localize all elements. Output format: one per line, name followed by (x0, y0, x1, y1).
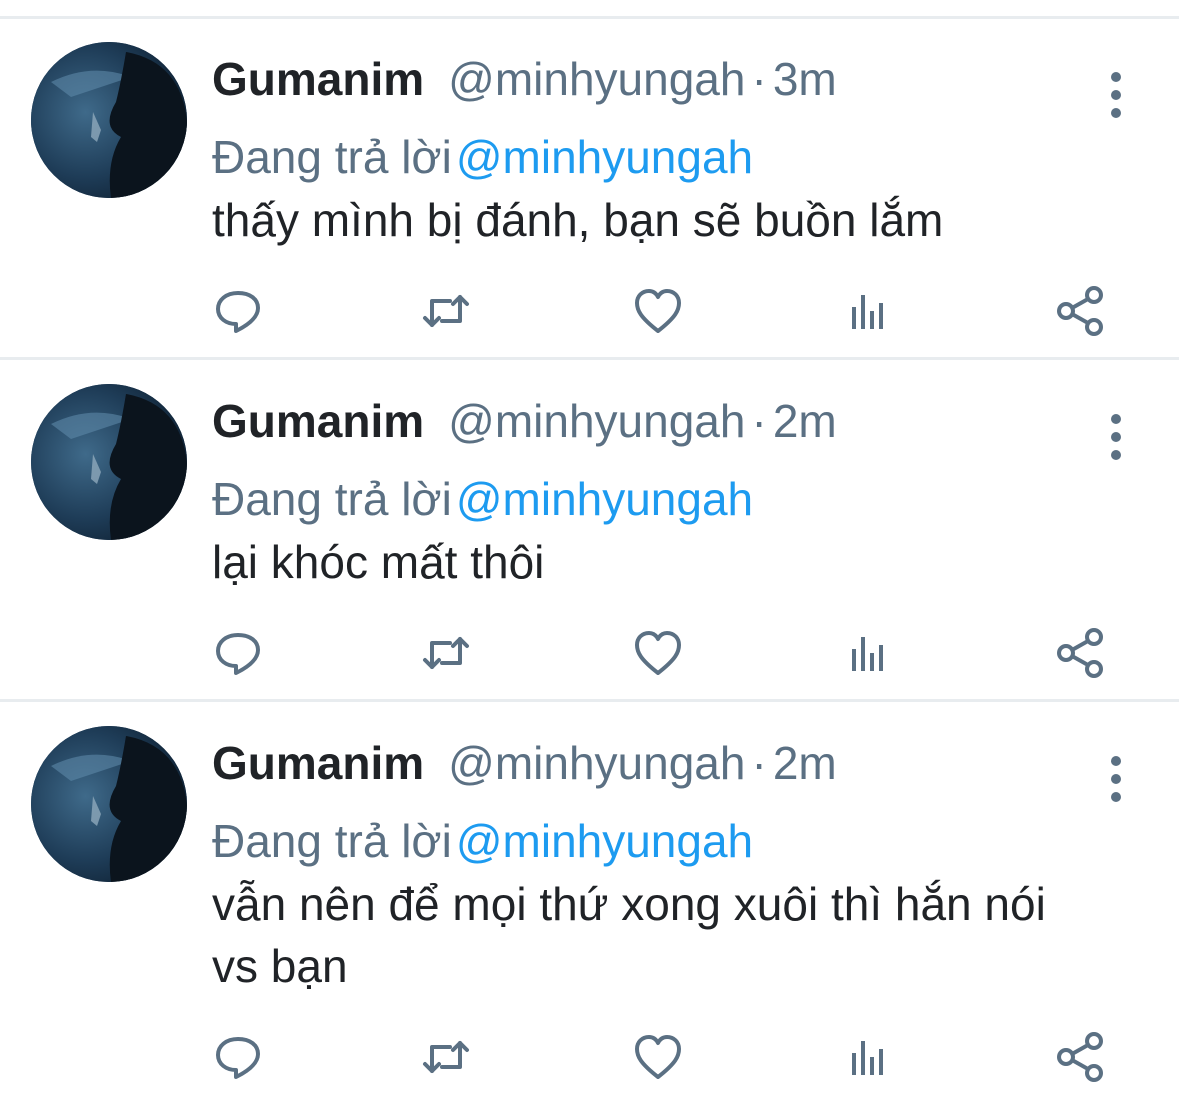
separator-dot: · (751, 395, 767, 447)
tweet-text: thấy mình bị đánh, bạn sẽ buồn lắm (212, 194, 944, 246)
reply-button[interactable] (208, 1027, 268, 1087)
vertical-ellipsis-icon (1111, 756, 1121, 802)
reply-bubble-icon (216, 1037, 260, 1079)
reply-context: Đang trả lời@minhyungah (212, 811, 753, 871)
share-button[interactable] (1050, 623, 1110, 683)
reply-mention-link[interactable]: @minhyungah (456, 815, 753, 867)
tweet-actions (0, 281, 1179, 341)
analytics-bars-icon (852, 637, 883, 671)
timestamp[interactable]: 3m (773, 53, 837, 105)
timestamp[interactable]: 2m (773, 395, 837, 447)
tweet-actions (0, 1027, 1179, 1087)
reply-mention-link[interactable]: @minhyungah (456, 131, 753, 183)
avatar[interactable] (31, 42, 187, 198)
tweet[interactable]: Gumanim @minhyungah · 3m Đang trả lời@minhy… (0, 19, 1179, 359)
more-options-button[interactable] (1098, 57, 1134, 133)
divider (0, 357, 1179, 360)
more-options-button[interactable] (1098, 741, 1134, 817)
tweet[interactable]: Gumanim @minhyungah · 2m Đang trả lời@minhy… (0, 703, 1179, 1101)
avatar[interactable] (31, 726, 187, 882)
tweet-text: vẫn nên để mọi thứ xong xuôi thì hắn nói… (212, 878, 1046, 992)
user-handle[interactable]: @minhyungah (448, 53, 745, 105)
tweet-header: Gumanim @minhyungah · 2m (212, 733, 837, 793)
reply-prefix: Đang trả lời (212, 815, 452, 867)
share-icon (1057, 286, 1103, 336)
retweet-icon (423, 637, 469, 669)
share-button[interactable] (1050, 281, 1110, 341)
separator-dot: · (751, 737, 767, 789)
user-handle[interactable]: @minhyungah (448, 395, 745, 447)
user-handle[interactable]: @minhyungah (448, 737, 745, 789)
reply-bubble-icon (216, 633, 260, 675)
analytics-button[interactable] (840, 281, 900, 341)
analytics-bars-icon (852, 1041, 883, 1075)
reply-button[interactable] (208, 281, 268, 341)
like-button[interactable] (628, 1027, 688, 1087)
retweet-button[interactable] (416, 623, 476, 683)
display-name[interactable]: Gumanim (212, 737, 424, 789)
timestamp[interactable]: 2m (773, 737, 837, 789)
vertical-ellipsis-icon (1111, 72, 1121, 118)
share-icon (1057, 1032, 1103, 1082)
reply-prefix: Đang trả lời (212, 473, 452, 525)
retweet-button[interactable] (416, 281, 476, 341)
tweet-text: lại khóc mất thôi (212, 536, 545, 588)
analytics-bars-icon (852, 295, 883, 329)
reply-context: Đang trả lời@minhyungah (212, 127, 753, 187)
reply-context: Đang trả lời@minhyungah (212, 469, 753, 529)
analytics-button[interactable] (840, 623, 900, 683)
heart-icon (635, 1035, 681, 1079)
reply-mention-link[interactable]: @minhyungah (456, 473, 753, 525)
display-name[interactable]: Gumanim (212, 395, 424, 447)
retweet-icon (423, 295, 469, 327)
avatar-image (31, 726, 187, 882)
avatar-image (31, 42, 187, 198)
like-button[interactable] (628, 281, 688, 341)
reply-bubble-icon (216, 291, 260, 333)
share-icon (1057, 628, 1103, 678)
analytics-button[interactable] (840, 1027, 900, 1087)
retweet-icon (423, 1041, 469, 1073)
tweet-header: Gumanim @minhyungah · 3m (212, 49, 837, 109)
heart-icon (635, 631, 681, 675)
like-button[interactable] (628, 623, 688, 683)
reply-prefix: Đang trả lời (212, 131, 452, 183)
tweet[interactable]: Gumanim @minhyungah · 2m Đang trả lời@minhy… (0, 361, 1179, 701)
tweet-header: Gumanim @minhyungah · 2m (212, 391, 837, 451)
vertical-ellipsis-icon (1111, 414, 1121, 460)
display-name[interactable]: Gumanim (212, 53, 424, 105)
avatar[interactable] (31, 384, 187, 540)
avatar-image (31, 384, 187, 540)
retweet-button[interactable] (416, 1027, 476, 1087)
share-button[interactable] (1050, 1027, 1110, 1087)
more-options-button[interactable] (1098, 399, 1134, 475)
tweet-feed: Gumanim @minhyungah · 3m Đang trả lời@minhy… (0, 0, 1179, 1101)
tweet-actions (0, 623, 1179, 683)
heart-icon (635, 289, 681, 333)
divider (0, 699, 1179, 702)
separator-dot: · (751, 53, 767, 105)
reply-button[interactable] (208, 623, 268, 683)
